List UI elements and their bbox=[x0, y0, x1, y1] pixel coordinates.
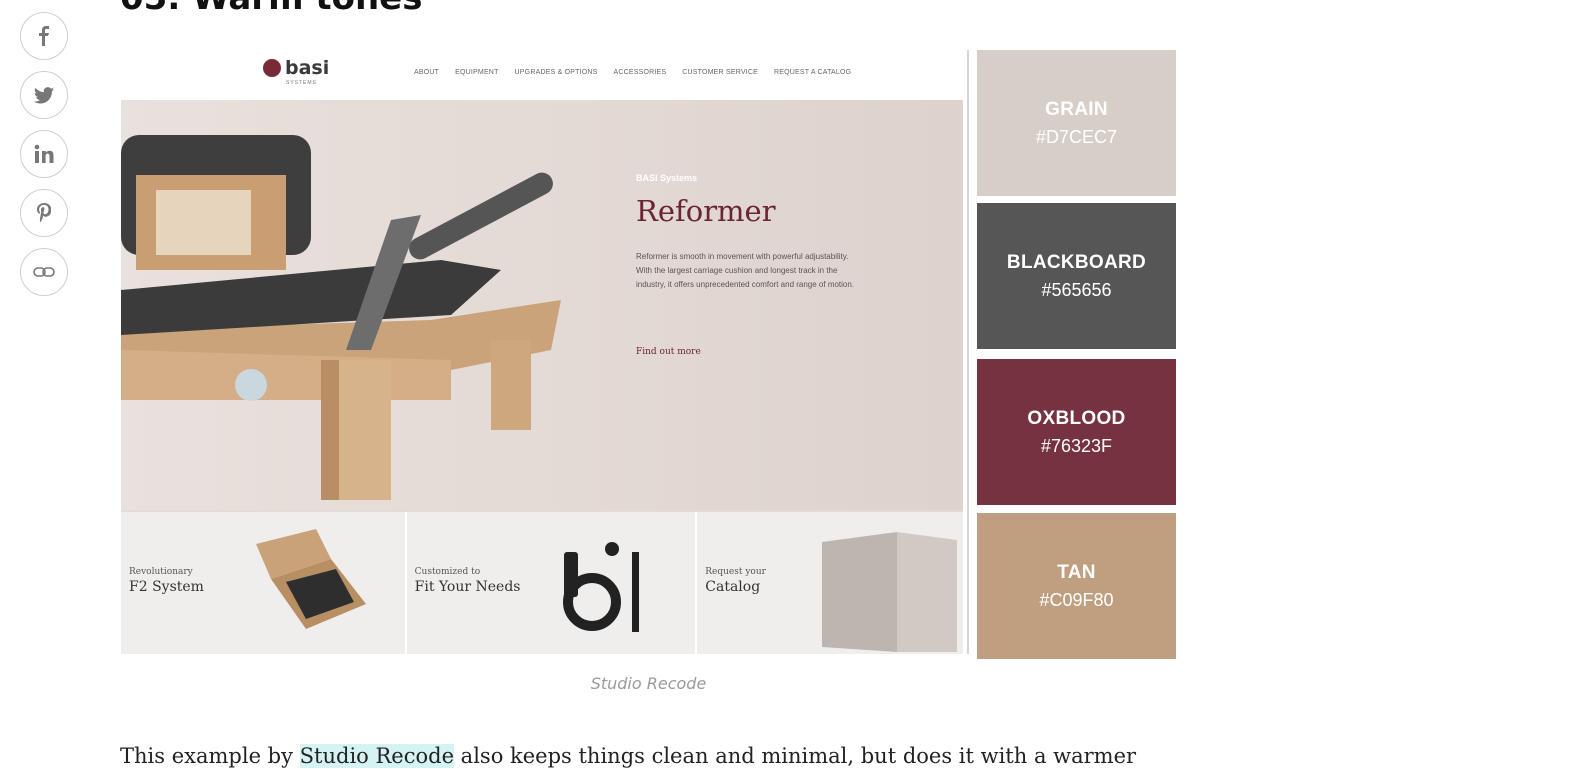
figure-divider bbox=[967, 50, 969, 654]
pinterest-icon bbox=[37, 203, 51, 223]
paragraph-text-before: This example by bbox=[120, 744, 300, 768]
facebook-icon bbox=[39, 26, 49, 46]
tile-f2-system: Revolutionary F2 System bbox=[121, 512, 407, 654]
swatch-blackboard: BLACKBOARD #565656 bbox=[977, 203, 1176, 349]
social-share-bar bbox=[20, 12, 70, 307]
link-icon bbox=[33, 267, 55, 277]
share-pinterest-button[interactable] bbox=[20, 189, 68, 237]
share-linkedin-button[interactable] bbox=[20, 130, 68, 178]
tile-small-text: Customized to bbox=[414, 567, 481, 577]
swatch-oxblood: OXBLOOD #76323F bbox=[977, 359, 1176, 505]
share-twitter-button[interactable] bbox=[20, 71, 68, 119]
swatch-hex: #76323F bbox=[1040, 435, 1113, 456]
hero-find-out-more-link: Find out more bbox=[636, 347, 701, 357]
hero-body: Reformer is smooth in movement with powe… bbox=[636, 252, 855, 289]
screenshot-feature-tiles: Revolutionary F2 System Customized to Fi… bbox=[121, 512, 963, 654]
body-paragraph: This example by Studio Recode also keeps… bbox=[120, 744, 1136, 768]
copy-link-button[interactable] bbox=[20, 248, 68, 296]
tile-small-text: Request your bbox=[705, 567, 766, 577]
example-screenshot: basi SYSTEMS ABOUT EQUIPMENT UPGRADES & … bbox=[121, 50, 963, 654]
swatch-name: OXBLOOD bbox=[1027, 407, 1126, 429]
swatch-hex: #565656 bbox=[1041, 279, 1112, 300]
swatch-name: GRAIN bbox=[1045, 98, 1108, 120]
hero-eyebrow: BASI Systems bbox=[636, 173, 698, 183]
swatch-hex: #D7CEC7 bbox=[1035, 126, 1118, 147]
basi-logo: basi bbox=[263, 57, 330, 79]
reformer-machine-illustration bbox=[121, 135, 561, 500]
nav-item-upgrades: UPGRADES & OPTIONS bbox=[514, 69, 598, 76]
paragraph-text-after: also keeps things clean and minimal, but… bbox=[454, 744, 1137, 768]
tile-small-text: Revolutionary bbox=[129, 567, 193, 577]
screenshot-navbar: basi SYSTEMS ABOUT EQUIPMENT UPGRADES & … bbox=[121, 50, 963, 100]
screenshot-hero: BASI Systems Reformer Reformer is smooth… bbox=[121, 100, 963, 550]
nav-item-accessories: ACCESSORIES bbox=[613, 69, 667, 76]
basi-logo-mark bbox=[263, 59, 281, 77]
nav-item-equipment: EQUIPMENT bbox=[455, 69, 499, 76]
screenshot-nav-items: ABOUT EQUIPMENT UPGRADES & OPTIONS ACCES… bbox=[414, 69, 867, 76]
swatch-hex: #C09F80 bbox=[1039, 589, 1114, 610]
box-product-image bbox=[256, 529, 366, 629]
catalog-product-image bbox=[822, 532, 958, 652]
twitter-icon bbox=[34, 86, 54, 103]
studio-recode-link[interactable]: Studio Recode bbox=[299, 744, 454, 768]
swatch-name: BLACKBOARD bbox=[1006, 251, 1147, 273]
swatch-tan: TAN #C09F80 bbox=[977, 513, 1176, 659]
tile-big-text: Fit Your Needs bbox=[414, 579, 521, 595]
basi-logo-subtext: SYSTEMS bbox=[286, 80, 317, 86]
nav-item-customer-service: CUSTOMER SERVICE bbox=[682, 69, 758, 76]
hero-title: Reformer bbox=[636, 194, 776, 228]
figure-caption: Studio Recode bbox=[590, 674, 707, 693]
swatch-name: TAN bbox=[1057, 561, 1096, 583]
section-heading: 05. Warm tones bbox=[120, 0, 422, 18]
tile-catalog: Request your Catalog bbox=[697, 512, 963, 654]
strap-product-image bbox=[562, 542, 639, 632]
share-facebook-button[interactable] bbox=[20, 12, 68, 60]
nav-item-about: ABOUT bbox=[414, 69, 440, 76]
tile-big-text: Catalog bbox=[705, 579, 761, 595]
linkedin-icon bbox=[34, 144, 54, 163]
tile-big-text: F2 System bbox=[129, 579, 204, 595]
tile-fit-your-needs: Customized to Fit Your Needs bbox=[406, 512, 698, 654]
nav-item-request-catalog: REQUEST A CATALOG bbox=[773, 69, 852, 76]
swatch-grain: GRAIN #D7CEC7 bbox=[977, 50, 1176, 196]
basi-logo-text: basi bbox=[285, 57, 330, 79]
